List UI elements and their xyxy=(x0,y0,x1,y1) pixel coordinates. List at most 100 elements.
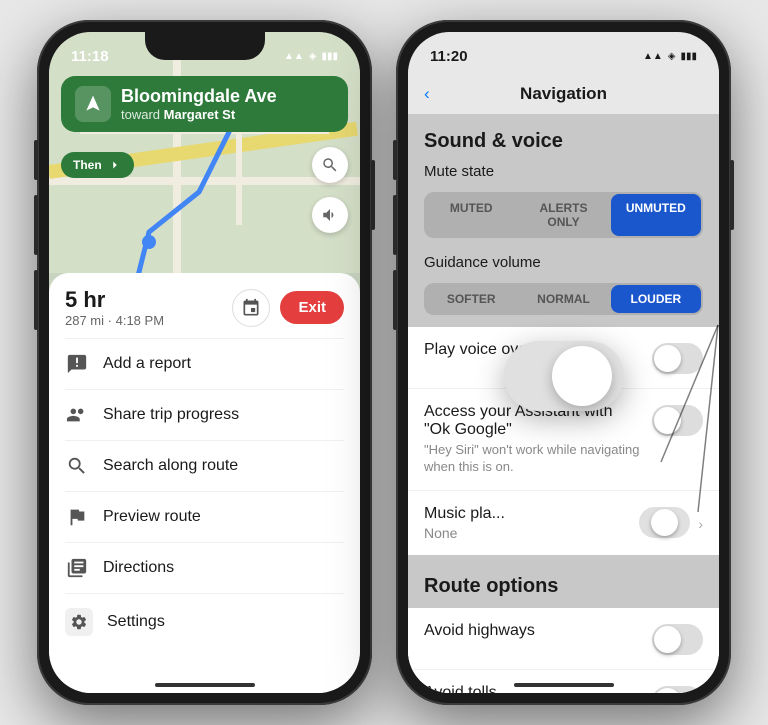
softer-option[interactable]: SOFTER xyxy=(426,285,516,313)
phone-2: 11:20 ▲▲ ◈ ▮▮▮ ‹ Navigation Sou xyxy=(396,20,731,705)
trip-info: 5 hr 287 mi · 4:18 PM xyxy=(65,287,164,328)
then-label: Then xyxy=(73,158,102,172)
ok-google-toggle[interactable] xyxy=(652,405,703,436)
status-icons-1: ▲▲ ◈ ▮▮▮ xyxy=(284,51,338,62)
battery-icon-2: ▮▮▮ xyxy=(680,51,697,62)
music-player-value: None xyxy=(424,525,629,541)
menu-label-share: Share trip progress xyxy=(103,406,239,424)
volume-up-button-2 xyxy=(393,195,397,255)
battery-icon: ▮▮▮ xyxy=(321,51,338,62)
status-icons-2: ▲▲ ◈ ▮▮▮ xyxy=(643,51,697,62)
unmuted-option[interactable]: UNMUTED xyxy=(611,194,701,236)
share-icon xyxy=(65,403,89,427)
exit-button[interactable]: Exit xyxy=(280,291,344,324)
music-player-setting-row: Music pla... None › xyxy=(408,491,719,555)
route-options-button[interactable] xyxy=(232,289,270,327)
settings-label: Settings xyxy=(107,613,165,631)
back-button[interactable]: ‹ xyxy=(424,84,430,104)
menu-item-share[interactable]: Share trip progress xyxy=(49,390,360,440)
menu-item-directions[interactable]: Directions xyxy=(49,543,360,593)
phone-1: 11:18 ▲▲ ◈ ▮▮▮ xyxy=(37,20,372,705)
gear-icon xyxy=(65,608,93,636)
maps-screen: 11:18 ▲▲ ◈ ▮▮▮ xyxy=(49,32,360,693)
map-search-button[interactable] xyxy=(312,147,348,183)
navigation-settings-screen: 11:20 ▲▲ ◈ ▮▮▮ ‹ Navigation Sou xyxy=(408,32,719,693)
avoid-highways-toggle[interactable] xyxy=(652,624,703,655)
volume-down-button-2 xyxy=(393,270,397,330)
music-player-text: Music pla... None xyxy=(424,505,639,541)
then-button[interactable]: Then xyxy=(61,152,134,178)
music-player-title: Music pla... xyxy=(424,505,629,523)
nav-street: Bloomingdale Ave xyxy=(121,86,334,107)
ok-google-setting-text: Access your Assistant with "Ok Google" "… xyxy=(424,403,652,476)
normal-option[interactable]: NORMAL xyxy=(518,285,608,313)
wifi-icon-2: ◈ xyxy=(668,51,676,62)
toggle-zoom-overlay xyxy=(504,341,624,411)
preview-route-icon xyxy=(65,505,89,529)
muted-option[interactable]: MUTED xyxy=(426,194,516,236)
guidance-segmented-control[interactable]: SOFTER NORMAL LOUDER xyxy=(424,283,703,315)
search-route-icon xyxy=(65,454,89,478)
page-title: Navigation xyxy=(520,84,607,104)
settings-header: ‹ Navigation xyxy=(408,76,719,114)
status-bar-2: 11:20 ▲▲ ◈ ▮▮▮ xyxy=(408,32,719,76)
music-player-toggle[interactable] xyxy=(639,507,690,538)
menu-label-search-route: Search along route xyxy=(103,457,238,475)
avoid-highways-row: Avoid highways xyxy=(408,608,719,670)
avoid-tolls-toggle[interactable] xyxy=(652,686,703,693)
route-options-card: Avoid highways Avoid tolls xyxy=(408,608,719,693)
avoid-highways-label: Avoid highways xyxy=(424,622,535,640)
power-button-2 xyxy=(730,160,734,230)
nav-text: Bloomingdale Ave toward Margaret St xyxy=(121,86,334,122)
bottom-panel: 5 hr 287 mi · 4:18 PM Exit xyxy=(49,273,360,693)
bluetooth-toggle[interactable] xyxy=(652,343,703,374)
trip-header: 5 hr 287 mi · 4:18 PM Exit xyxy=(49,273,360,338)
menu-label-directions: Directions xyxy=(103,559,174,577)
menu-label-report: Add a report xyxy=(103,355,191,373)
power-button xyxy=(371,160,375,230)
wifi-icon: ◈ xyxy=(309,51,317,62)
menu-label-preview: Preview route xyxy=(103,508,201,526)
ok-google-toggle-thumb xyxy=(654,407,681,434)
report-icon xyxy=(65,352,89,376)
status-time-2: 11:20 xyxy=(430,48,468,65)
avoid-tolls-label: Avoid tolls xyxy=(424,684,497,693)
mute-segmented-control[interactable]: MUTED ALERTS ONLY UNMUTED xyxy=(424,192,703,238)
menu-item-report[interactable]: Add a report xyxy=(49,339,360,389)
nav-banner: Bloomingdale Ave toward Margaret St xyxy=(61,76,348,132)
phone-2-screen: 11:20 ▲▲ ◈ ▮▮▮ ‹ Navigation Sou xyxy=(408,32,719,693)
avoid-tolls-row: Avoid tolls xyxy=(408,670,719,693)
guidance-volume-label: Guidance volume xyxy=(408,250,719,279)
silent-switch-2 xyxy=(393,140,397,180)
volume-down-button xyxy=(34,270,38,330)
signal-icon-2: ▲▲ xyxy=(643,51,663,62)
sound-voice-section: Sound & voice xyxy=(408,114,719,159)
status-bar-1: 11:18 ▲▲ ◈ ▮▮▮ xyxy=(49,32,360,76)
directions-icon xyxy=(65,556,89,580)
route-options-section: Route options xyxy=(408,559,719,604)
bluetooth-toggle-thumb xyxy=(654,345,681,372)
chevron-right-icon: › xyxy=(698,516,703,532)
silent-switch xyxy=(34,140,38,180)
trip-duration: 5 hr xyxy=(65,287,164,313)
volume-button[interactable] xyxy=(312,197,348,233)
ok-google-subtitle: "Hey Siri" won't work while navigating w… xyxy=(424,442,642,476)
menu-item-search-route[interactable]: Search along route xyxy=(49,441,360,491)
phone-1-screen: 11:18 ▲▲ ◈ ▮▮▮ xyxy=(49,32,360,693)
home-indicator-2 xyxy=(514,683,614,687)
nav-toward: toward Margaret St xyxy=(121,107,334,122)
nav-direction-icon xyxy=(75,86,111,122)
trip-details: 287 mi · 4:18 PM xyxy=(65,313,164,328)
home-indicator-1 xyxy=(155,683,255,687)
toggle-zoom-thumb xyxy=(552,346,612,406)
phones-container: 11:18 ▲▲ ◈ ▮▮▮ xyxy=(17,0,751,725)
trip-actions: Exit xyxy=(232,289,344,327)
menu-item-settings[interactable]: Settings xyxy=(49,594,360,650)
music-toggle-thumb xyxy=(651,509,678,536)
louder-option[interactable]: LOUDER xyxy=(611,285,701,313)
mute-state-label: Mute state xyxy=(408,159,719,188)
status-time-1: 11:18 xyxy=(71,48,109,65)
alerts-only-option[interactable]: ALERTS ONLY xyxy=(518,194,608,236)
signal-icon: ▲▲ xyxy=(284,51,304,62)
menu-item-preview[interactable]: Preview route xyxy=(49,492,360,542)
